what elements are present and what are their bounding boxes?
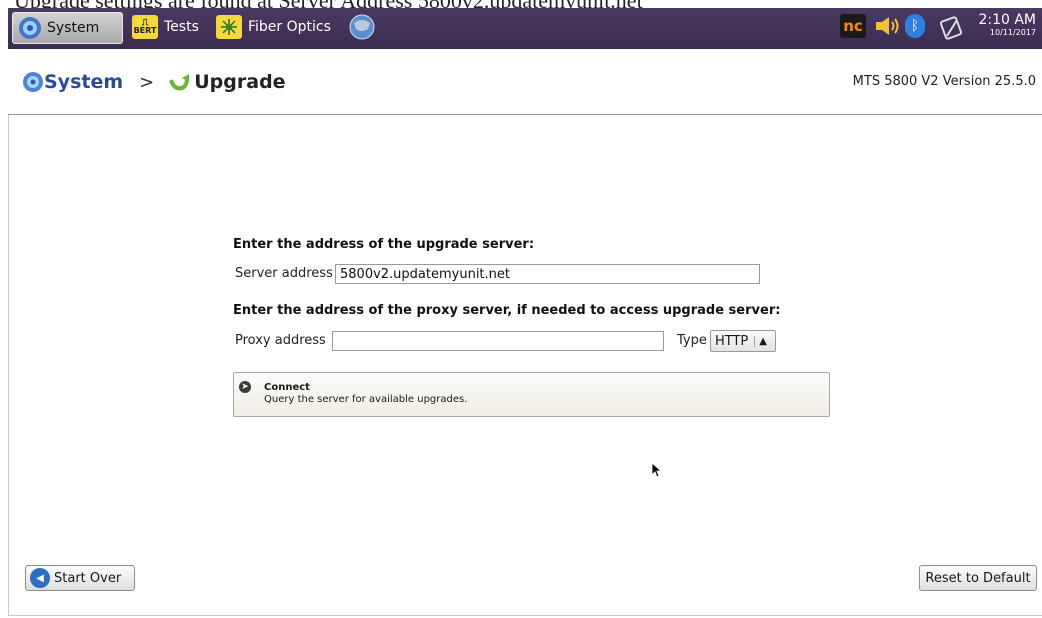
clock-time: 2:10 AM bbox=[978, 12, 1036, 28]
taskbar-tests-button[interactable]: ⎍ BERT Tests bbox=[132, 12, 199, 42]
back-arrow-icon: ◀ bbox=[30, 568, 50, 588]
upgrade-arrow-icon bbox=[169, 74, 190, 91]
mouse-cursor-icon bbox=[651, 462, 663, 478]
server-address-input[interactable]: 5800v2.updatemyunit.net bbox=[335, 264, 760, 284]
clock: 2:10 AM 10/11/2017 bbox=[978, 12, 1036, 38]
globe-icon[interactable] bbox=[348, 13, 376, 41]
proxy-address-label: Proxy address bbox=[235, 333, 326, 348]
taskbar-fiber-optics-button[interactable]: Fiber Optics bbox=[216, 12, 331, 42]
nc-status-icon[interactable]: nc bbox=[840, 14, 866, 38]
breadcrumb: System > Upgrade bbox=[22, 71, 286, 93]
taskbar: System ⎍ BERT Tests Fiber Optics nc ᛒ 2:1… bbox=[8, 8, 1042, 49]
breadcrumb-system[interactable]: System bbox=[44, 71, 123, 93]
proxy-type-select[interactable]: HTTP ▲ bbox=[710, 330, 776, 352]
taskbar-system-label: System bbox=[47, 20, 100, 36]
battery-icon[interactable] bbox=[938, 14, 966, 40]
arrow-right-icon: ➤ bbox=[239, 381, 251, 393]
start-over-button[interactable]: ◀ Start Over bbox=[25, 565, 135, 591]
breadcrumb-separator: > bbox=[139, 71, 155, 93]
bluetooth-icon[interactable]: ᛒ bbox=[905, 14, 925, 38]
proxy-address-input[interactable] bbox=[332, 331, 664, 351]
reset-to-default-label: Reset to Default bbox=[925, 570, 1031, 586]
speaker-icon[interactable] bbox=[872, 14, 902, 38]
fiber-optics-icon bbox=[216, 15, 242, 39]
server-address-label: Server address bbox=[235, 266, 333, 281]
clock-date: 10/11/2017 bbox=[989, 28, 1036, 37]
type-label: Type bbox=[677, 333, 707, 348]
taskbar-system-button[interactable]: System bbox=[12, 12, 123, 44]
gear-icon bbox=[23, 72, 43, 92]
page-header: System > Upgrade MTS 5800 V2 Version 25.… bbox=[8, 49, 1042, 115]
connect-description: Query the server for available upgrades. bbox=[264, 394, 468, 405]
bert-icon: ⎍ BERT bbox=[132, 15, 158, 39]
server-heading: Enter the address of the upgrade server: bbox=[233, 237, 535, 252]
version-label: MTS 5800 V2 Version 25.5.0 bbox=[852, 74, 1036, 89]
connect-button[interactable]: ➤ Connect Query the server for available… bbox=[233, 372, 830, 417]
proxy-type-value: HTTP bbox=[715, 333, 749, 349]
start-over-label: Start Over bbox=[54, 570, 122, 586]
gear-icon bbox=[19, 17, 41, 39]
taskbar-tests-label: Tests bbox=[164, 19, 199, 35]
reset-to-default-button[interactable]: Reset to Default bbox=[919, 565, 1037, 591]
upgrade-panel: Enter the address of the upgrade server:… bbox=[8, 115, 1042, 616]
top-caption: Upgrade settings are found at Server Add… bbox=[0, 0, 1042, 8]
proxy-heading: Enter the address of the proxy server, i… bbox=[233, 303, 781, 318]
taskbar-fiber-optics-label: Fiber Optics bbox=[248, 19, 331, 35]
connect-title: Connect bbox=[264, 382, 310, 393]
chevron-updown-icon: ▲ bbox=[754, 335, 767, 347]
page-title: Upgrade bbox=[194, 71, 286, 93]
